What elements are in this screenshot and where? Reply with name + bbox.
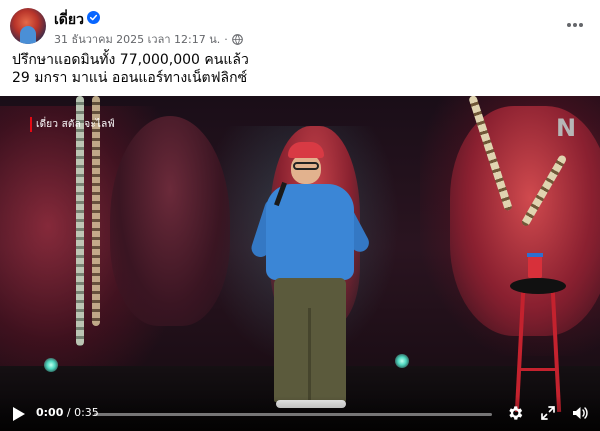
expand-icon[interactable]	[540, 405, 556, 421]
globe-icon[interactable]	[231, 33, 243, 45]
verified-badge-icon	[87, 11, 100, 24]
meta-separator: ·	[224, 32, 228, 46]
drink-cup	[527, 253, 543, 278]
stool-leg	[550, 291, 562, 413]
post-meta: 31 ธันวาคม 2025 เวลา 12:17 น. ·	[54, 30, 243, 48]
performer-pants	[274, 278, 346, 402]
more-options-icon[interactable]	[564, 14, 586, 36]
progress-bar[interactable]	[94, 413, 492, 416]
bead-decoration	[76, 96, 84, 346]
stool-leg	[514, 291, 526, 413]
time-separator: /	[63, 406, 75, 419]
post-header: เดี่ยว 31 ธันวาคม 2025 เวลา 12:17 น. ·	[0, 0, 600, 48]
stool-ring	[518, 368, 558, 371]
caption-line: 29 มกรา มาแน่ ออนแอร์ทางเน็ตฟลิกซ์	[12, 70, 248, 86]
show-title-overlay: เดี่ยว สตัล จะไลฟ์	[30, 117, 115, 132]
author-name[interactable]: เดี่ยว	[54, 9, 84, 31]
netflix-logo: N	[556, 114, 576, 142]
stage-prop-left	[110, 116, 230, 326]
floor-spotlight	[44, 358, 58, 372]
stool-seat	[510, 278, 566, 294]
speaker-icon[interactable]	[571, 404, 589, 422]
floor-spotlight	[395, 354, 409, 368]
gear-icon[interactable]	[506, 404, 524, 422]
avatar[interactable]	[10, 8, 46, 44]
time-readout: 0:00 / 0:35	[36, 406, 99, 419]
current-time: 0:00	[36, 406, 64, 419]
video-controls: 0:00 / 0:35	[0, 396, 600, 431]
post-caption: ปรึกษาแอดมินทั้ง 77,000,000 คนแล้ว 29 มก…	[12, 51, 249, 87]
performer-glasses	[293, 162, 319, 170]
performer-cap	[288, 142, 324, 158]
play-icon[interactable]	[12, 406, 26, 422]
caption-line: ปรึกษาแอดมินทั้ง 77,000,000 คนแล้ว	[12, 52, 249, 68]
performer-figure	[249, 142, 373, 412]
video-player[interactable]: เดี่ยว สตัล จะไลฟ์ N 0:00 / 0:35	[0, 96, 600, 431]
post-timestamp[interactable]: 31 ธันวาคม 2025 เวลา 12:17 น.	[54, 30, 220, 48]
